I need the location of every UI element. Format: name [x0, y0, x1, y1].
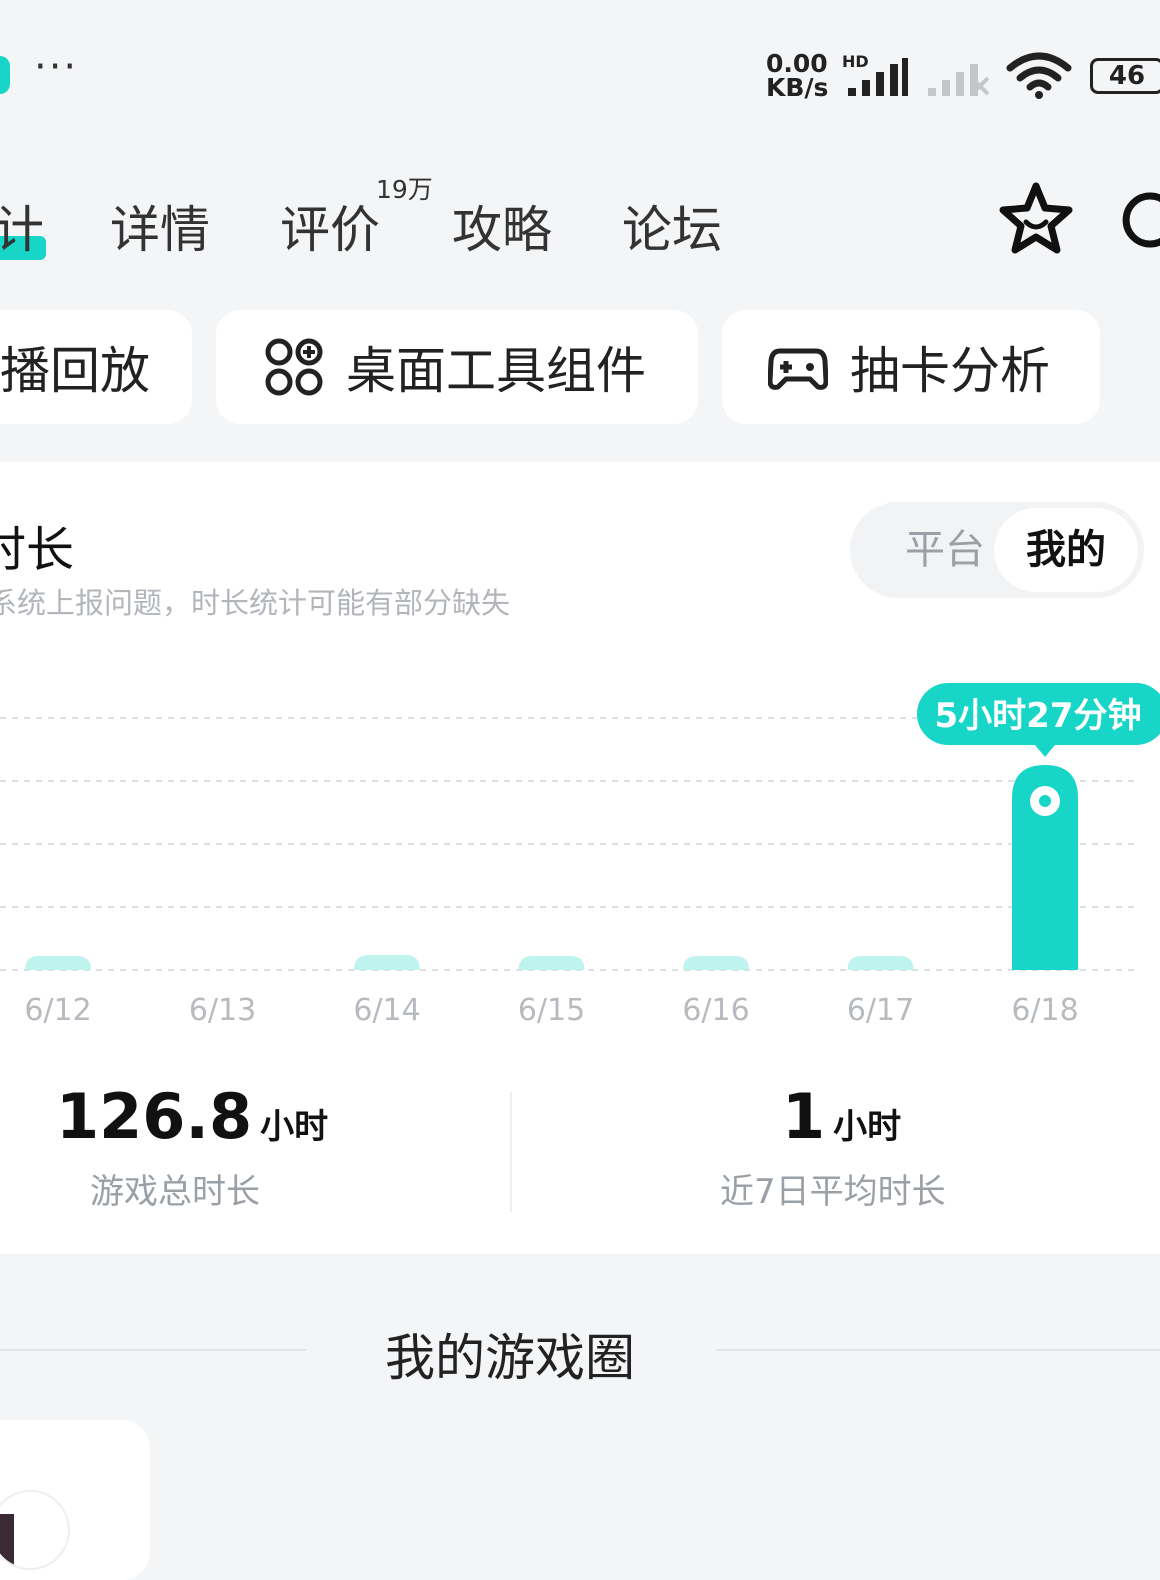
segment-platform[interactable]: 平台 [880, 508, 1010, 592]
replay-label: 播回放 [0, 342, 150, 400]
data-source-toggle: 平台 我的 [850, 502, 1144, 598]
x-axis-label: 6/12 [24, 993, 91, 1028]
tab-guides[interactable]: 攻略 [452, 190, 552, 262]
x-axis-label: 6/14 [353, 993, 420, 1028]
status-bar: ··· 0.00 KB/s HD 46 [0, 0, 1160, 150]
total-playtime-label: 游戏总时长 [90, 1172, 260, 1212]
desktop-widget-label: 桌面工具组件 [346, 342, 646, 400]
tab-stats[interactable]: 计 [0, 190, 44, 262]
gacha-analysis-label: 抽卡分析 [850, 342, 1050, 400]
playtime-bar-chart: 6/12 6/13 6/14 6/15 6/16 6/17 5小时27分钟 6/18 [0, 683, 1160, 1028]
segment-mine[interactable]: 我的 [994, 508, 1138, 592]
signal-no-service-icon [928, 64, 990, 96]
avg-playtime-value: 1 [782, 1080, 826, 1153]
game-circle-title: 我的游戏圈 [385, 1329, 635, 1387]
reviews-count-badge: 19万 [376, 175, 433, 204]
tab-forum[interactable]: 论坛 [622, 190, 722, 262]
more-notifications-icon: ··· [34, 44, 79, 90]
chart-bar-marker-dot [1039, 795, 1051, 808]
network-speed: 0.00 KB/s [766, 49, 829, 102]
chart-bar[interactable] [518, 956, 585, 970]
chart-bar[interactable] [25, 956, 91, 970]
x-axis-label: 6/18 [1011, 993, 1078, 1028]
playtime-card: 时长 系统上报问题，时长统计可能有部分缺失 平台 我的 6/12 6/13 6/14… [0, 462, 1160, 1254]
gacha-analysis-button[interactable]: 抽卡分析 [722, 310, 1100, 424]
desktop-widget-button[interactable]: 桌面工具组件 [216, 310, 698, 424]
widget-icon [265, 338, 323, 396]
tab-bar: 计 详情 评价 攻略 论坛 [0, 170, 960, 270]
playtime-title: 时长 [0, 522, 75, 578]
chart-bar[interactable] [847, 956, 914, 970]
replay-button[interactable]: 播回放 [0, 310, 192, 424]
avg-playtime-unit: 小时 [833, 1107, 902, 1147]
playtime-note: 系统上报问题，时长统计可能有部分缺失 [0, 586, 511, 620]
stats-divider [510, 1092, 512, 1212]
gamepad-icon [768, 348, 828, 390]
total-playtime: 126.8 小时 [56, 1080, 328, 1153]
total-playtime-value: 126.8 [56, 1080, 253, 1153]
battery-indicator: 46 [1090, 58, 1160, 94]
tab-reviews[interactable]: 评价 [280, 190, 380, 262]
avg-playtime: 1 小时 [782, 1080, 901, 1153]
total-playtime-unit: 小时 [260, 1107, 329, 1147]
x-axis-label: 6/15 [518, 993, 585, 1028]
refresh-icon[interactable] [1116, 190, 1160, 250]
avg-playtime-label: 近7日平均时长 [720, 1172, 946, 1212]
chart-tooltip-text: 5小时27分钟 [935, 696, 1142, 736]
wifi-icon [1006, 52, 1072, 99]
chart-bar[interactable] [354, 954, 420, 970]
chart-tooltip-pointer [1035, 745, 1055, 758]
x-axis-label: 6/17 [847, 993, 914, 1028]
x-axis-label: 6/13 [189, 993, 256, 1028]
x-axis-label: 6/16 [682, 993, 749, 1028]
favorite-star-icon[interactable] [996, 180, 1076, 260]
app-notification-icon [0, 56, 10, 94]
chart-bar[interactable] [683, 956, 749, 970]
tab-details[interactable]: 详情 [110, 190, 210, 262]
signal-strength-icon [848, 58, 908, 96]
